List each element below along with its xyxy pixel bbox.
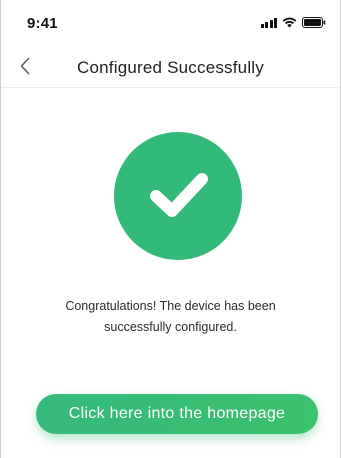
page-title: Configured Successfully bbox=[77, 58, 264, 77]
status-bar: 9:41 bbox=[1, 0, 340, 42]
status-icons bbox=[260, 17, 327, 28]
homepage-button[interactable]: Click here into the homepage bbox=[36, 394, 318, 434]
battery-icon bbox=[302, 17, 326, 28]
status-time: 9:41 bbox=[27, 15, 58, 32]
checkmark-icon bbox=[138, 154, 218, 239]
signal-icon bbox=[260, 17, 277, 28]
success-badge bbox=[114, 132, 242, 260]
navigation-bar: Configured Successfully bbox=[1, 48, 340, 88]
phone-screen: 9:41 Configured Successfully Congratulat… bbox=[0, 0, 341, 458]
success-message: Congratulations! The device has been suc… bbox=[65, 299, 276, 334]
wifi-icon bbox=[282, 17, 297, 28]
